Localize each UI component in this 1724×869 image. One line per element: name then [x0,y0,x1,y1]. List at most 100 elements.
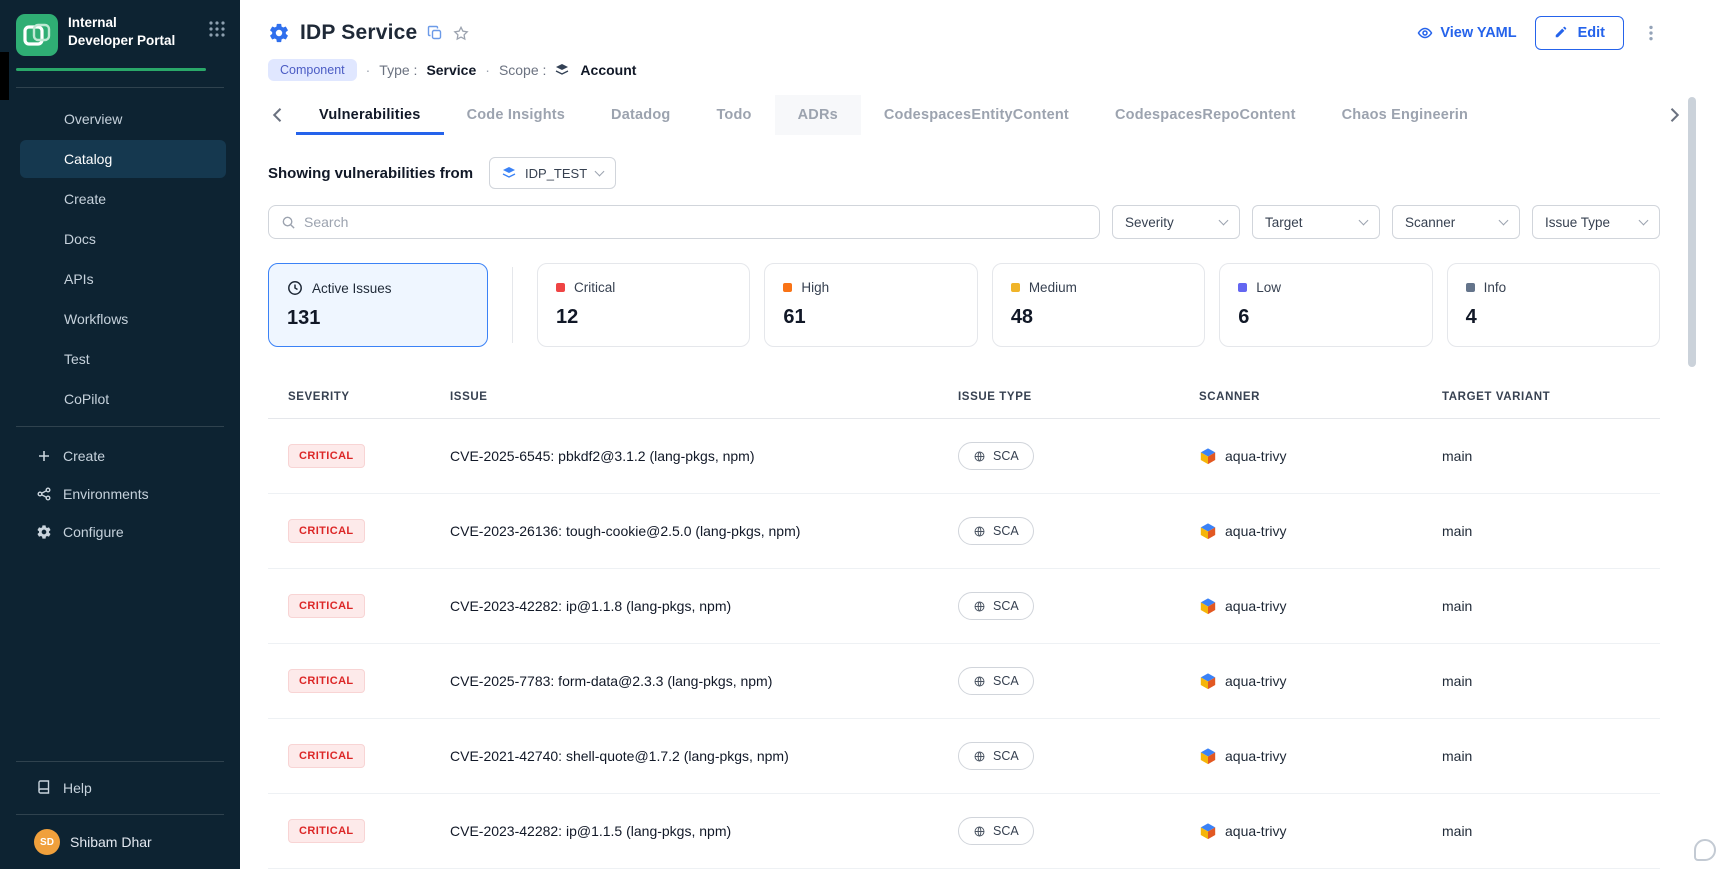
target-dropdown[interactable]: Target [1252,205,1380,239]
sca-icon [973,675,986,688]
card-label: High [801,280,829,295]
summary-card-info[interactable]: Info 4 [1447,263,1660,347]
table-row[interactable]: CRITICAL CVE-2025-6545: pbkdf2@3.1.2 (la… [268,419,1660,494]
severity-dropdown[interactable]: Severity [1112,205,1240,239]
separator-dot: · [485,62,490,78]
sidebar-secondary-nav: Create Environments Configure [0,433,240,551]
scrollbar-thumb[interactable] [1688,97,1696,367]
column-header-issue-type: ISSUE TYPE [958,391,1199,403]
sidebar-item-apis[interactable]: APIs [20,260,226,298]
scanner-cell: aqua-trivy [1199,747,1442,765]
tab-vulnerabilities[interactable]: Vulnerabilities [296,95,444,135]
summary-card-active-issues[interactable]: Active Issues 131 [268,263,488,347]
kebab-menu-icon[interactable] [1642,24,1660,42]
table-row[interactable]: CRITICAL CVE-2021-42740: shell-quote@1.7… [268,719,1660,794]
service-gear-icon [268,22,290,44]
app-logo [16,14,58,56]
tab-bar: Vulnerabilities Code Insights Datadog To… [240,95,1724,135]
sidebar-item-label: CoPilot [64,391,109,407]
issue-text: CVE-2021-42740: shell-quote@1.7.2 (lang-… [450,748,958,764]
card-label: Medium [1029,280,1077,295]
entity-kind-badge: Component [268,59,357,81]
scanner-cell: aqua-trivy [1199,822,1442,840]
tab-adrs[interactable]: ADRs [775,95,861,135]
scanner-cell: aqua-trivy [1199,597,1442,615]
app-title: Internal Developer Portal [68,14,180,49]
aqua-trivy-icon [1199,597,1217,615]
severity-badge: CRITICAL [288,444,365,468]
sidebar-item-overview[interactable]: Overview [20,100,226,138]
star-icon[interactable] [453,25,469,41]
sidebar: Internal Developer Portal Overview Catal… [0,0,240,869]
tabs-strip: Vulnerabilities Code Insights Datadog To… [296,95,1664,135]
column-header-scanner: SCANNER [1199,391,1442,403]
sidebar-item-configure[interactable]: Configure [0,513,240,551]
vulnerabilities-table: SEVERITY ISSUE ISSUE TYPE SCANNER TARGET… [240,375,1724,869]
sidebar-divider [16,87,224,88]
search-icon [281,215,296,230]
help-icon [36,779,52,798]
sidebar-item-docs[interactable]: Docs [20,220,226,258]
table-row[interactable]: CRITICAL CVE-2023-26136: tough-cookie@2.… [268,494,1660,569]
tab-codespaces-entity-content[interactable]: CodespacesEntityContent [861,95,1092,135]
sidebar-item-environments[interactable]: Environments [0,475,240,513]
summary-card-critical[interactable]: Critical 12 [537,263,750,347]
sidebar-item-label: Test [64,351,90,367]
copy-icon[interactable] [427,25,443,41]
edit-button[interactable]: Edit [1535,16,1624,50]
apps-grid-icon[interactable] [208,20,226,38]
active-issues-clock-icon [287,280,303,296]
summary-card-medium[interactable]: Medium 48 [992,263,1205,347]
sidebar-item-label: Catalog [64,151,112,167]
source-value: IDP_TEST [525,166,587,181]
tabs-scroll-right-icon[interactable] [1664,105,1684,125]
header-actions: View YAML Edit [1417,16,1660,50]
tab-datadog[interactable]: Datadog [588,95,693,135]
floating-widget[interactable] [1694,839,1716,861]
tabs-scroll-left-icon[interactable] [268,105,288,125]
sidebar-item-catalog[interactable]: Catalog [20,140,226,178]
table-row[interactable]: CRITICAL CVE-2025-7783: form-data@2.3.3 … [268,644,1660,719]
view-yaml-label: View YAML [1440,25,1516,41]
sidebar-item-workflows[interactable]: Workflows [20,300,226,338]
sidebar-nav: Overview Catalog Create Docs APIs Workfl… [0,94,240,420]
card-value: 4 [1466,306,1641,329]
secondary-item-label: Environments [63,486,149,502]
scanner-name: aqua-trivy [1225,823,1286,839]
summary-card-low[interactable]: Low 6 [1219,263,1432,347]
issue-type-pill: SCA [958,442,1034,470]
tab-codespaces-repo-content[interactable]: CodespacesRepoContent [1092,95,1319,135]
aqua-trivy-icon [1199,672,1217,690]
tab-todo[interactable]: Todo [693,95,774,135]
table-row[interactable]: CRITICAL CVE-2023-42282: ip@1.1.5 (lang-… [268,794,1660,869]
user-menu[interactable]: SD Shibam Dhar [0,821,240,869]
edit-label: Edit [1578,25,1605,41]
sidebar-item-create[interactable]: Create [20,180,226,218]
issue-type-dropdown[interactable]: Issue Type [1532,205,1660,239]
summary-card-high[interactable]: High 61 [764,263,977,347]
search-input[interactable] [304,214,1087,230]
table-row[interactable]: CRITICAL CVE-2023-42282: ip@1.1.8 (lang-… [268,569,1660,644]
issue-text: CVE-2023-26136: tough-cookie@2.5.0 (lang… [450,523,958,539]
sidebar-item-label: APIs [64,271,94,287]
low-color-square [1238,283,1247,292]
sca-icon [973,825,986,838]
view-yaml-button[interactable]: View YAML [1417,25,1516,41]
sidebar-item-test[interactable]: Test [20,340,226,378]
card-label: Critical [574,280,615,295]
sidebar-item-label: Overview [64,111,122,127]
chevron-down-icon [1219,215,1229,225]
sidebar-item-copilot[interactable]: CoPilot [20,380,226,418]
tab-chaos-engineering[interactable]: Chaos Engineerin [1319,95,1491,135]
cards-divider [512,267,513,343]
main-content: IDP Service View YAML Edit [240,0,1724,869]
sidebar-item-create-action[interactable]: Create [0,437,240,475]
help-button[interactable]: Help [0,768,240,808]
card-value: 61 [783,306,958,329]
source-dropdown[interactable]: IDP_TEST [489,157,616,189]
tab-code-insights[interactable]: Code Insights [444,95,588,135]
type-value: Service [426,62,476,78]
scanner-name: aqua-trivy [1225,748,1286,764]
card-label: Low [1256,280,1281,295]
scanner-dropdown[interactable]: Scanner [1392,205,1520,239]
